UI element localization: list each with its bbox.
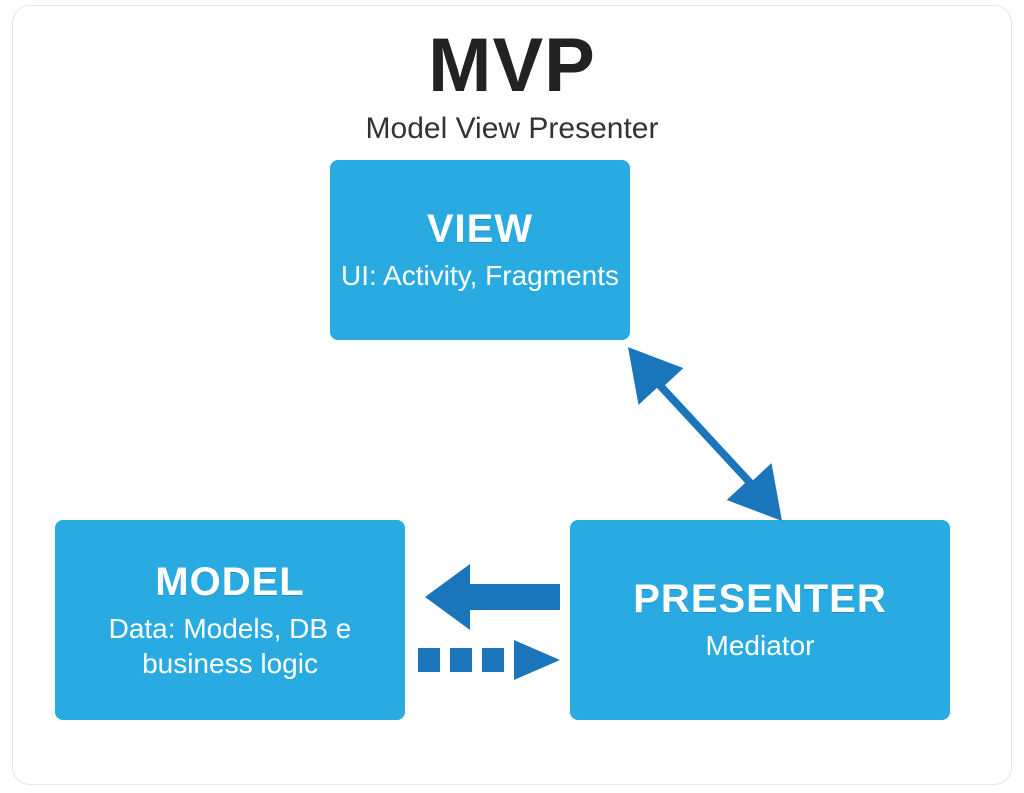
box-view-subtitle: UI: Activity, Fragments bbox=[341, 258, 619, 293]
box-model-title: MODEL bbox=[155, 560, 304, 605]
box-presenter: PRESENTER Mediator bbox=[570, 520, 950, 720]
box-model-subtitle: Data: Models, DB e business logic bbox=[55, 611, 405, 681]
box-presenter-title: PRESENTER bbox=[633, 577, 887, 622]
diagram-subtitle: Model View Presenter bbox=[0, 112, 1024, 146]
box-presenter-subtitle: Mediator bbox=[706, 628, 815, 663]
box-model: MODEL Data: Models, DB e business logic bbox=[55, 520, 405, 720]
box-view-title: VIEW bbox=[427, 207, 533, 252]
diagram-title: MVP bbox=[0, 22, 1024, 109]
box-view: VIEW UI: Activity, Fragments bbox=[330, 160, 630, 340]
